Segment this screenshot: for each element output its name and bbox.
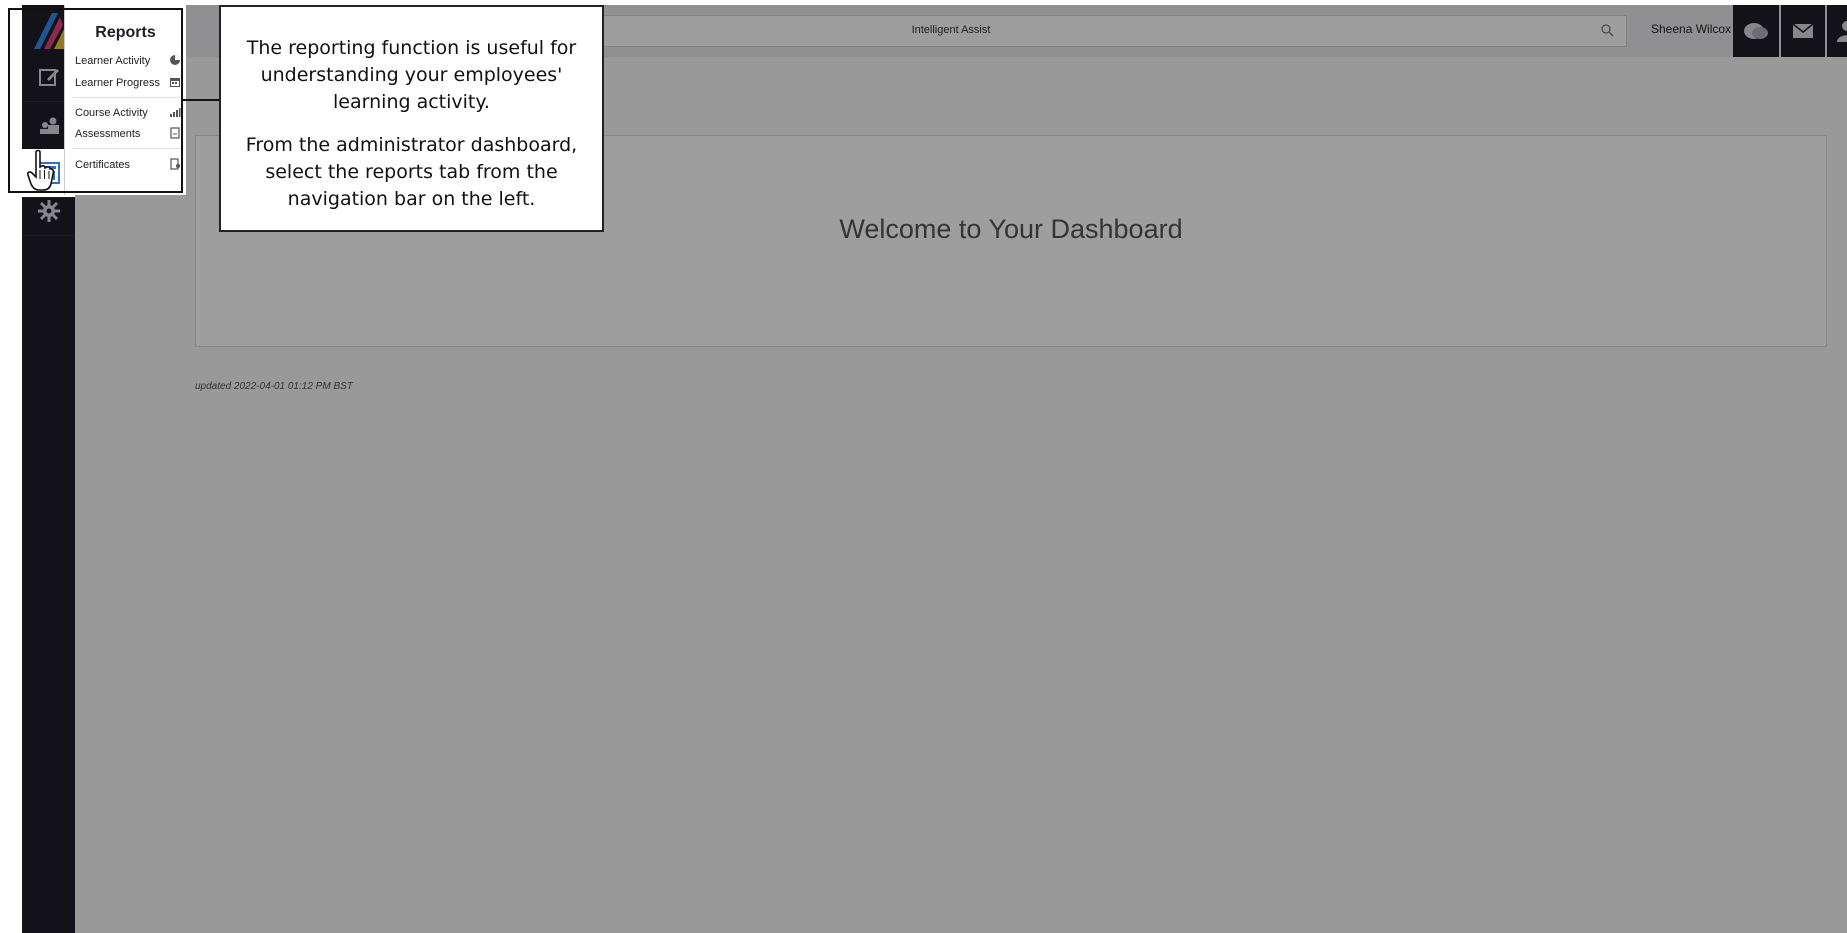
hand-cursor-icon: [27, 149, 55, 191]
callout-connector-line: [183, 99, 220, 101]
tutorial-callout: The reporting function is useful for und…: [219, 5, 604, 232]
callout-paragraph-2: From the administrator dashboard, select…: [245, 134, 578, 210]
callout-paragraph-1: The reporting function is useful for und…: [246, 37, 577, 113]
